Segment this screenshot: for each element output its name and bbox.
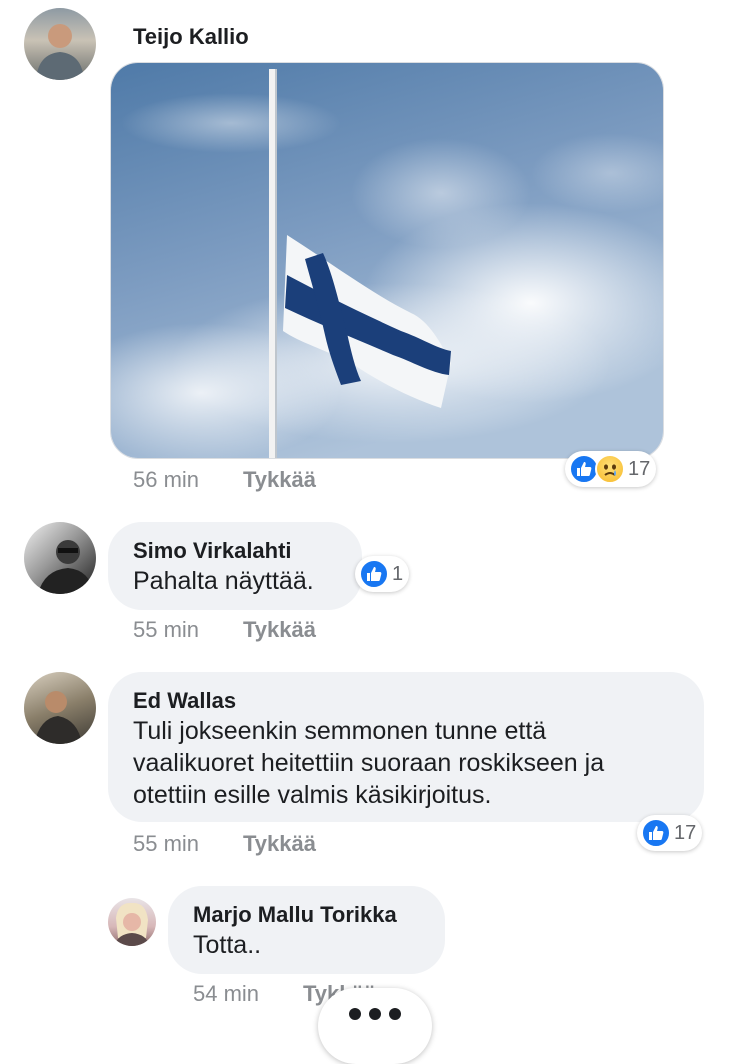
comment-time[interactable]: 55 min	[133, 617, 199, 643]
reaction-count: 1	[392, 562, 404, 585]
flag-photo	[111, 63, 663, 458]
comment-time[interactable]: 56 min	[133, 467, 199, 493]
comment-text-line: Tuli jokseenkin semmonen tunne että	[133, 717, 547, 745]
avatar[interactable]	[24, 522, 96, 594]
more-dots-icon	[345, 1008, 405, 1020]
comment-text: Totta..	[193, 931, 262, 959]
reaction-summary[interactable]: 17	[637, 815, 703, 851]
comment-time[interactable]: 54 min	[193, 981, 259, 1007]
avatar[interactable]	[24, 672, 96, 744]
comment-text: Pahalta näyttää.	[133, 567, 314, 595]
reaction-count: 17	[628, 457, 651, 480]
avatar[interactable]	[24, 8, 96, 80]
like-icon	[641, 818, 671, 848]
comment-author[interactable]: Ed Wallas	[133, 688, 236, 714]
more-options-button[interactable]	[318, 988, 432, 1064]
like-link[interactable]: Tykkää	[243, 831, 316, 857]
sad-icon	[595, 454, 625, 484]
comment-image[interactable]	[110, 62, 664, 459]
avatar[interactable]	[108, 898, 156, 946]
reaction-summary[interactable]: 17	[565, 451, 657, 487]
reaction-count: 17	[674, 821, 697, 844]
comment-author[interactable]: Marjo Mallu Torikka	[193, 902, 397, 928]
comment-time[interactable]: 55 min	[133, 831, 199, 857]
like-link[interactable]: Tykkää	[243, 467, 316, 493]
comment-author[interactable]: Simo Virkalahti	[133, 538, 292, 564]
comment-author[interactable]: Teijo Kallio	[133, 24, 249, 50]
like-icon	[359, 559, 389, 589]
comment-text-line: otettiin esille valmis käsikirjoitus.	[133, 781, 492, 809]
like-link[interactable]: Tykkää	[243, 617, 316, 643]
reaction-summary[interactable]: 1	[355, 556, 410, 592]
comment-text-line: vaalikuoret heitettiin suoraan roskiksee…	[133, 749, 605, 777]
